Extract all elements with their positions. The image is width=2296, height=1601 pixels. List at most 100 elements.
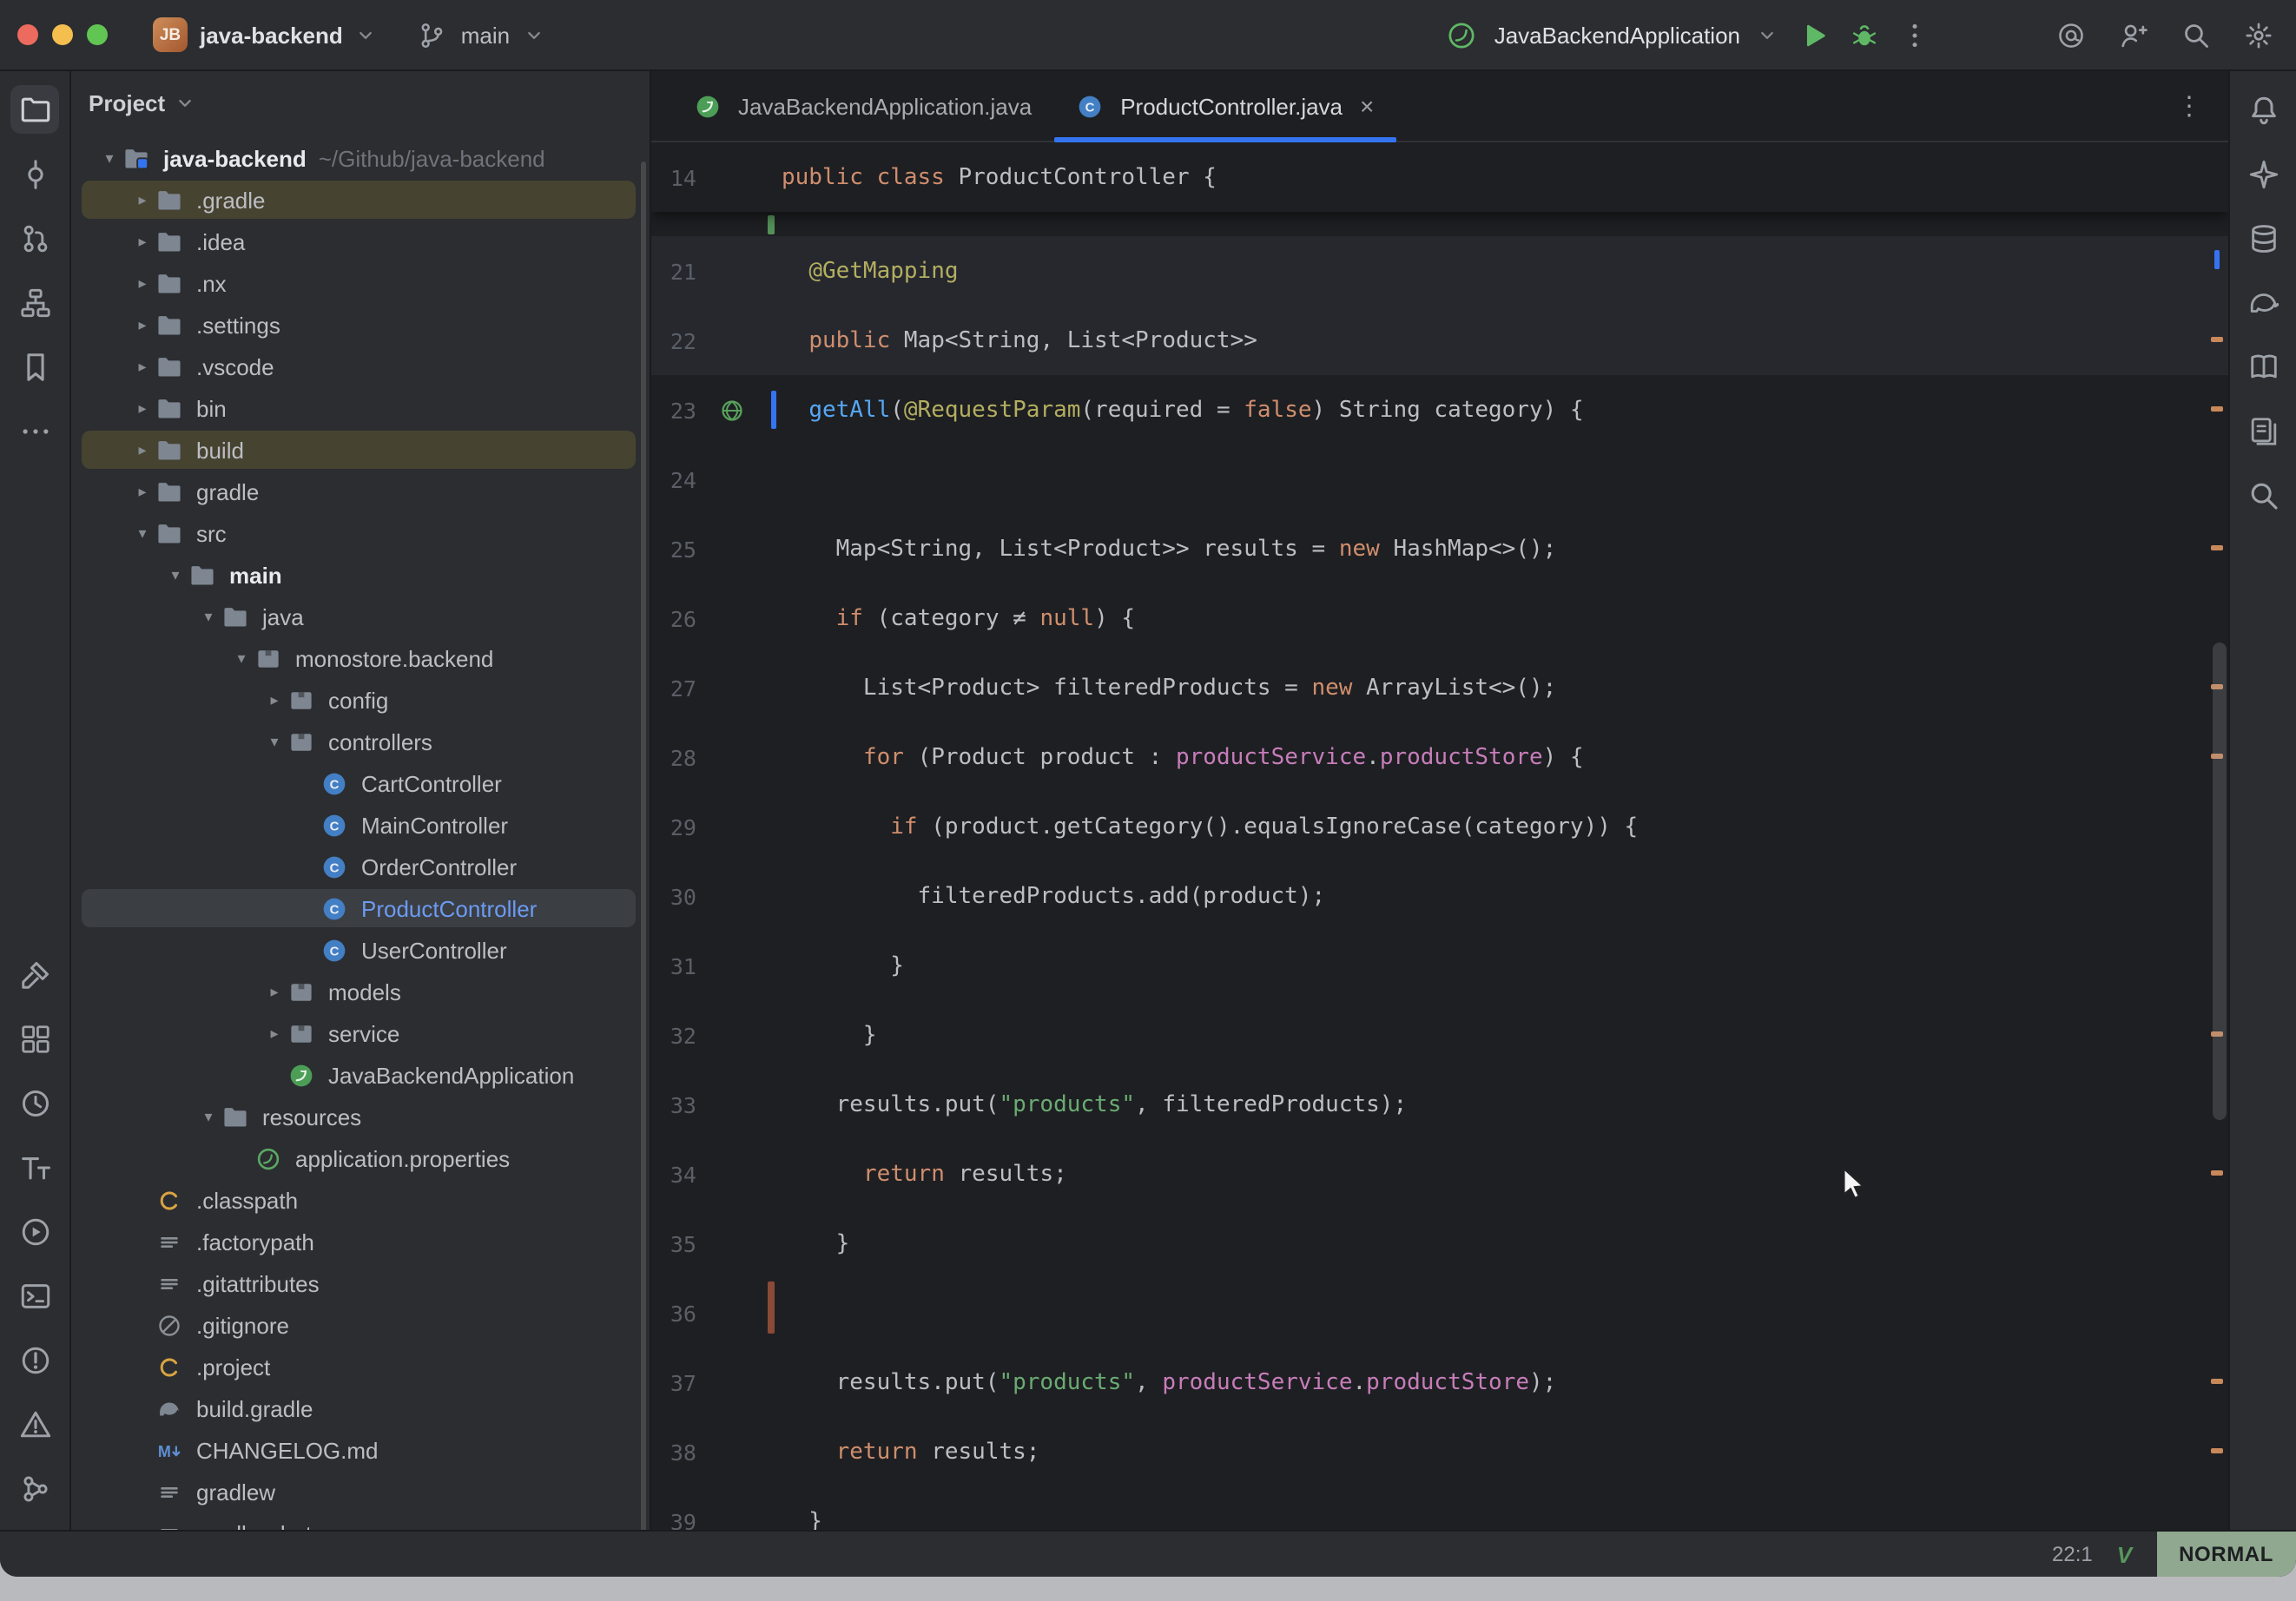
find-icon[interactable] [2239,471,2287,519]
code-line-34[interactable]: 34 return results; [651,1139,2228,1209]
project-folder-icon[interactable] [10,85,59,134]
tree-item-models[interactable]: ▸models [71,971,650,1012]
warning-stripe-mark[interactable] [2211,545,2223,550]
more-icon[interactable] [10,406,59,455]
chevron-right-icon[interactable]: ▸ [129,190,156,209]
documentation-icon[interactable] [2239,342,2287,391]
project-panel-scrollbar[interactable] [641,161,646,1530]
close-tab-icon[interactable]: × [1360,92,1374,120]
zoom-window-button[interactable] [87,24,108,45]
build-icon[interactable] [10,950,59,998]
gradle-icon[interactable] [2239,278,2287,326]
tree-item--gitignore[interactable]: .gitignore [71,1304,650,1346]
tree-item--gradle[interactable]: ▸.gradle [71,179,650,221]
sticky-code-line[interactable]: 14public class ProductController { [651,142,2228,212]
tree-item-cartcontroller[interactable]: CCartController [71,762,650,804]
code-line-23[interactable]: 23 getAll(@RequestParam(required = false… [651,375,2228,445]
terminal-icon[interactable] [10,1271,59,1320]
pull-requests-icon[interactable] [10,214,59,262]
warning-stripe-mark[interactable] [2211,1379,2223,1384]
problems-icon[interactable] [10,1335,59,1384]
code-line-29[interactable]: 29 if (product.getCategory().equalsIgnor… [651,792,2228,861]
chevron-down-icon[interactable]: ▾ [162,565,189,584]
tree-item--classpath[interactable]: .classpath [71,1179,650,1221]
tree-item-productcontroller[interactable]: CProductController [71,887,650,929]
close-window-button[interactable] [17,24,38,45]
warning-stripe-mark[interactable] [2211,1448,2223,1453]
warning-stripe-mark[interactable] [2211,337,2223,342]
code-line-21[interactable]: 21 @GetMapping [651,236,2228,306]
code-line-28[interactable]: 28 for (Product product : productService… [651,722,2228,792]
tree-item-ordercontroller[interactable]: COrderController [71,846,650,887]
project-widget[interactable]: JB java-backend [139,10,393,59]
commit-icon[interactable] [10,149,59,198]
database-icon[interactable] [2239,214,2287,262]
tree-item--nx[interactable]: ▸.nx [71,262,650,304]
vcs-change-marker[interactable] [768,1281,775,1334]
tree-item-resources[interactable]: ▾resources [71,1096,650,1137]
tree-item-service[interactable]: ▸service [71,1012,650,1054]
warning-stripe-mark[interactable] [2211,406,2223,412]
warning-stripe-mark[interactable] [2211,1170,2223,1176]
tree-item-usercontroller[interactable]: CUserController [71,929,650,971]
chevron-down-icon[interactable]: ▾ [195,607,222,626]
code-line-38[interactable]: 38 return results; [651,1417,2228,1486]
code-line-31[interactable]: 31 } [651,931,2228,1000]
code-line-26[interactable]: 26 if (category ≠ null) { [651,583,2228,653]
ai-assistant-icon[interactable] [2053,17,2088,52]
version-control-icon[interactable] [10,1464,59,1512]
code-line-35[interactable]: 35 } [651,1209,2228,1278]
code-with-me-icon[interactable] [2115,17,2150,52]
code-line-25[interactable]: 25 Map<String, List<Product>> results = … [651,514,2228,583]
tree-item-monostore-backend[interactable]: ▾monostore.backend [71,637,650,679]
tree-item-maincontroller[interactable]: CMainController [71,804,650,846]
dependencies-icon[interactable] [10,1014,59,1063]
chevron-right-icon[interactable]: ▸ [129,357,156,376]
code-line-32[interactable]: 32 } [651,1000,2228,1070]
code-line-37[interactable]: 37 results.put("products", productServic… [651,1347,2228,1417]
code-line-22[interactable]: 22 public Map<String, List<Product>> [651,306,2228,375]
tree-item-bin[interactable]: ▸bin [71,387,650,429]
tree-item--gitattributes[interactable]: .gitattributes [71,1262,650,1304]
tree-item-gradle[interactable]: ▸gradle [71,471,650,512]
code-line-33[interactable]: 33 results.put("products", filteredProdu… [651,1070,2228,1139]
tree-item-gradlew-bat[interactable]: gradlew.bat [71,1512,650,1530]
caret-stripe-mark[interactable] [2214,250,2220,269]
minimize-window-button[interactable] [52,24,73,45]
debug-button[interactable] [1846,17,1881,52]
chevron-right-icon[interactable]: ▸ [129,232,156,251]
vcs-change-marker[interactable] [768,215,775,234]
tree-item-gradlew[interactable]: gradlew [71,1471,650,1512]
more-actions-button[interactable] [1897,17,1931,52]
run-button[interactable] [1796,17,1831,52]
chevron-right-icon[interactable]: ▸ [261,1024,288,1043]
tree-item--factorypath[interactable]: .factorypath [71,1221,650,1262]
chevron-right-icon[interactable]: ▸ [261,690,288,709]
profiler-icon[interactable] [10,1078,59,1127]
endpoint-gutter-icon[interactable] [696,397,766,423]
tree-item-main[interactable]: ▾main [71,554,650,596]
chevron-right-icon[interactable]: ▸ [261,982,288,1001]
project-panel-header[interactable]: Project [71,71,650,134]
editor-tab-productcontroller-java[interactable]: CProductController.java× [1054,71,1396,141]
tree-item-java[interactable]: ▾java [71,596,650,637]
tree-item-java-backend[interactable]: ▾java-backend~/Github/java-backend [71,137,650,179]
tree-item-build-gradle[interactable]: build.gradle [71,1387,650,1429]
tree-item-controllers[interactable]: ▾controllers [71,721,650,762]
tab-overflow-menu-icon[interactable]: ⋮ [2176,90,2204,122]
chevron-down-icon[interactable]: ▾ [129,524,156,543]
code-line-27[interactable]: 27 List<Product> filteredProducts = new … [651,653,2228,722]
vcs-branch-widget[interactable]: main [400,10,560,59]
ideavim-icon[interactable]: V [2117,1541,2132,1567]
chevron-right-icon[interactable]: ▸ [129,273,156,293]
tree-item--settings[interactable]: ▸.settings [71,304,650,346]
chevron-down-icon[interactable]: ▾ [261,732,288,751]
settings-gear-icon[interactable] [2240,17,2275,52]
chevron-down-icon[interactable]: ▾ [228,649,255,668]
tree-item--project[interactable]: .project [71,1346,650,1387]
todo-icon[interactable] [10,1143,59,1191]
tree-item-javabackendapplication[interactable]: JavaBackendApplication [71,1054,650,1096]
chevron-down-icon[interactable]: ▾ [96,148,123,168]
tree-item-src[interactable]: ▾src [71,512,650,554]
bookmarks-icon[interactable] [10,342,59,391]
